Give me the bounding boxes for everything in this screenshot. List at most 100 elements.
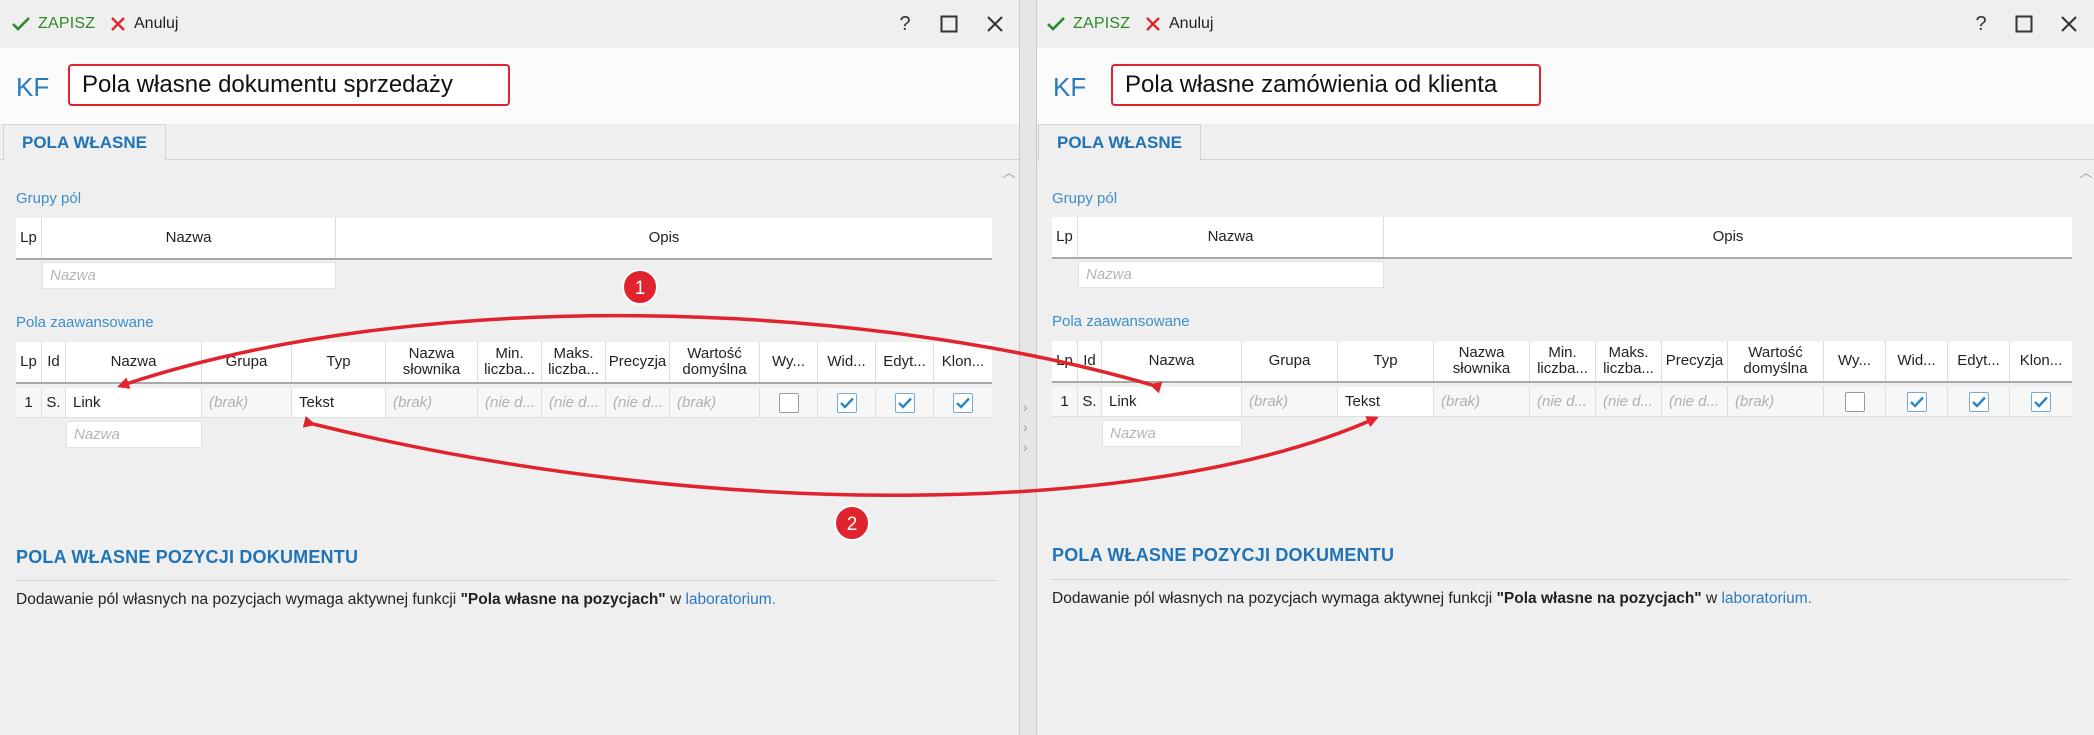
form-header: KF Pola własne dokumentu sprzedaży [0, 48, 1019, 124]
checkbox-edyt[interactable] [1968, 391, 1989, 412]
col-nazwa-slownika[interactable]: Nazwa słownika [386, 342, 478, 382]
col-grupa[interactable]: Grupa [1242, 341, 1338, 381]
col-wartosc-domyslna[interactable]: Wartość domyślna [670, 342, 760, 382]
scroll-up-icon[interactable]: ︿ [1000, 162, 1018, 180]
form-title-input[interactable]: Pola własne zamówienia od klienta [1111, 64, 1541, 106]
cell-klon [2010, 387, 2072, 416]
col-opis[interactable]: Opis [1384, 217, 2072, 257]
checkbox-wy[interactable] [1844, 391, 1865, 412]
field-new-name-input[interactable]: Nazwa [1102, 420, 1242, 447]
col-maks-liczba[interactable]: Maks. liczba... [542, 342, 606, 382]
checkbox-klon[interactable] [953, 392, 973, 413]
cell-precyzja[interactable]: (nie d... [1662, 387, 1728, 416]
cell-min[interactable]: (nie d... [478, 388, 542, 417]
group-new-name-input[interactable]: Nazwa [1078, 261, 1384, 288]
cell-nazwa[interactable]: Link [66, 388, 202, 417]
col-nazwa[interactable]: Nazwa [66, 342, 202, 382]
col-id[interactable]: Id [42, 342, 66, 382]
col-edyt[interactable]: Edyt... [876, 342, 934, 382]
cell-lp: 1 [16, 388, 42, 417]
col-opis[interactable]: Opis [336, 218, 992, 258]
scroll-up-icon[interactable]: ︿ [2077, 162, 2094, 180]
col-grupa[interactable]: Grupa [202, 342, 292, 382]
cell-typ[interactable]: Tekst [292, 388, 386, 417]
close-button[interactable] [2057, 12, 2081, 36]
cancel-button[interactable]: Anuluj [1145, 13, 1213, 35]
col-wid[interactable]: Wid... [818, 342, 876, 382]
cell-precyzja[interactable]: (nie d... [606, 388, 670, 417]
col-min-liczba[interactable]: Min. liczba... [1530, 341, 1596, 381]
table-row[interactable]: 1 S. Link (brak) Tekst (brak) (nie d... … [16, 388, 992, 418]
cell-slownik[interactable]: (brak) [386, 388, 478, 417]
tab-label: POLA WŁASNE [1057, 132, 1182, 152]
cancel-label: Anuluj [134, 15, 179, 32]
col-wid[interactable]: Wid... [1886, 341, 1948, 381]
col-nazwa[interactable]: Nazwa [42, 218, 336, 258]
col-wartosc-domyslna[interactable]: Wartość domyślna [1728, 341, 1824, 381]
help-button[interactable]: ? [893, 12, 917, 36]
tab-label: POLA WŁASNE [22, 132, 147, 152]
laboratorium-link[interactable]: laboratorium. [685, 591, 775, 608]
laboratorium-link[interactable]: laboratorium. [1721, 590, 1811, 607]
cell-domyslna[interactable]: (brak) [670, 388, 760, 417]
table-row[interactable]: 1 S. Link (brak) Tekst (brak) (nie d... … [1052, 387, 2072, 417]
checkbox-wid[interactable] [836, 392, 857, 413]
form-title-input[interactable]: Pola własne dokumentu sprzedaży [68, 64, 510, 106]
col-klon[interactable]: Klon... [2010, 341, 2072, 381]
cell-grupa[interactable]: (brak) [202, 388, 292, 417]
cell-domyslna[interactable]: (brak) [1728, 387, 1824, 416]
col-precyzja[interactable]: Precyzja [606, 342, 670, 382]
col-klon[interactable]: Klon... [934, 342, 992, 382]
tab-custom-fields[interactable]: POLA WŁASNE [1038, 124, 1201, 161]
chevron-right-icon[interactable]: › [1023, 440, 1028, 454]
col-nazwa[interactable]: Nazwa [1102, 341, 1242, 381]
cell-typ[interactable]: Tekst [1338, 387, 1434, 416]
col-nazwa[interactable]: Nazwa [1078, 217, 1384, 257]
col-precyzja[interactable]: Precyzja [1662, 341, 1728, 381]
checkbox-wid[interactable] [1906, 391, 1927, 412]
checkbox-klon[interactable] [2031, 391, 2051, 412]
cell-min[interactable]: (nie d... [1530, 387, 1596, 416]
col-typ[interactable]: Typ [1338, 341, 1434, 381]
tab-custom-fields[interactable]: POLA WŁASNE [3, 124, 166, 161]
positions-section-title: POLA WŁASNE POZYCJI DOKUMENTU [1052, 545, 1395, 565]
col-maks-liczba[interactable]: Maks. liczba... [1596, 341, 1662, 381]
col-wy[interactable]: Wy... [1824, 341, 1886, 381]
cell-slownik[interactable]: (brak) [1434, 387, 1530, 416]
cell-nazwa[interactable]: Link [1102, 387, 1242, 416]
col-lp[interactable]: Lp [1052, 217, 1078, 257]
chevron-right-icon[interactable]: › [1023, 420, 1028, 434]
maximize-button[interactable] [937, 12, 961, 36]
tab-bar: POLA WŁASNE [1037, 124, 2094, 161]
maximize-icon [940, 15, 958, 33]
cancel-button[interactable]: Anuluj [110, 13, 178, 35]
help-button[interactable]: ? [1969, 12, 1993, 36]
col-min-liczba[interactable]: Min. liczba... [478, 342, 542, 382]
cell-grupa[interactable]: (brak) [1242, 387, 1338, 416]
pane-splitter[interactable]: › › › [1020, 0, 1036, 735]
close-button[interactable] [983, 12, 1007, 36]
left-window: ZAPISZ Anuluj ? KF Pola własne dokumentu… [0, 0, 1020, 735]
checkbox-wy[interactable] [778, 392, 799, 413]
note-text-mid: w [1701, 590, 1722, 607]
group-new-name-input[interactable]: Nazwa [42, 262, 336, 289]
document-prefix: KF [16, 72, 50, 102]
col-lp[interactable]: Lp [16, 342, 42, 382]
save-button[interactable]: ZAPISZ [12, 13, 95, 35]
save-button[interactable]: ZAPISZ [1047, 13, 1130, 35]
col-lp[interactable]: Lp [16, 218, 42, 258]
col-typ[interactable]: Typ [292, 342, 386, 382]
cell-maks[interactable]: (nie d... [542, 388, 606, 417]
groups-grid-header: Lp Nazwa Opis [16, 218, 992, 260]
maximize-button[interactable] [2012, 12, 2036, 36]
col-id[interactable]: Id [1078, 341, 1102, 381]
cell-maks[interactable]: (nie d... [1596, 387, 1662, 416]
col-lp[interactable]: Lp [1052, 341, 1078, 381]
col-wy[interactable]: Wy... [760, 342, 818, 382]
chevron-right-icon[interactable]: › [1023, 400, 1028, 414]
checkbox-edyt[interactable] [894, 392, 915, 413]
field-new-name-input[interactable]: Nazwa [66, 421, 202, 448]
close-icon [987, 16, 1003, 32]
col-edyt[interactable]: Edyt... [1948, 341, 2010, 381]
col-nazwa-slownika[interactable]: Nazwa słownika [1434, 341, 1530, 381]
